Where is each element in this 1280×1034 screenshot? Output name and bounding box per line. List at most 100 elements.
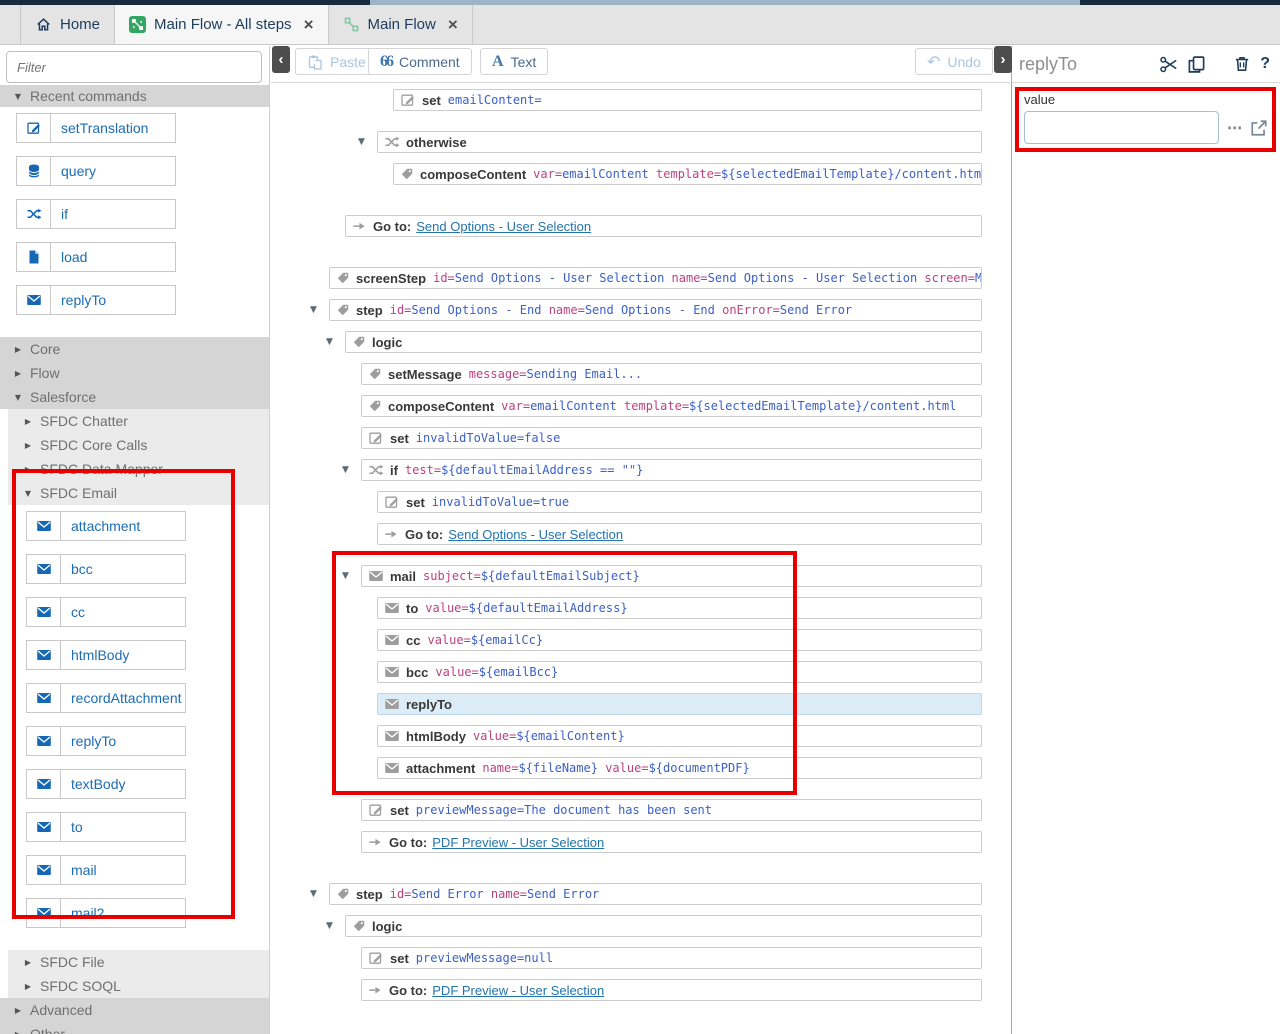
mail-icon (27, 598, 61, 626)
flow-node-step[interactable]: ▼stepid=Send Error name=Send Error (329, 883, 982, 905)
node-name: otherwise (406, 135, 467, 150)
cut-icon[interactable] (1159, 55, 1178, 74)
command-label: mail2 (61, 899, 185, 927)
collapse-panel-button[interactable]: › (994, 46, 1012, 73)
command-item-if[interactable]: if (16, 199, 176, 229)
undo-button[interactable]: ↶ Undo (915, 48, 993, 75)
sidebar-section-sfdc-file[interactable]: ▶SFDC File (8, 950, 269, 974)
node-name: composeContent (388, 399, 494, 414)
flow-node-htmlBody[interactable]: htmlBodyvalue=${emailContent} (377, 725, 982, 747)
flow-node-goto[interactable]: Go to:Send Options - User Selection (345, 215, 982, 237)
triangle-right-icon: ▶ (12, 345, 24, 354)
text-button[interactable]: A Text (480, 48, 548, 75)
collapse-toggle-icon[interactable]: ▼ (310, 889, 317, 899)
sidebar-section-core[interactable]: ▶Core (0, 337, 269, 361)
flow-node-if[interactable]: ▼iftest=${defaultEmailAddress == ""} (361, 459, 982, 481)
flow-node-step[interactable]: ▼stepid=Send Options - End name=Send Opt… (329, 299, 982, 321)
flow-node-logic[interactable]: ▼logic (345, 915, 982, 937)
sidebar-section-sfdc-core-calls[interactable]: ▶SFDC Core Calls (8, 433, 269, 457)
more-options-button[interactable]: ⋯ (1227, 119, 1242, 137)
command-item-query[interactable]: query (16, 156, 176, 186)
flow-node-attachment[interactable]: attachmentname=${fileName} value=${docum… (377, 757, 982, 779)
flow-node-goto[interactable]: Go to:PDF Preview - User Selection (361, 979, 982, 1001)
command-label: bcc (61, 555, 185, 583)
command-item-load[interactable]: load (16, 242, 176, 272)
node-attributes: previewMessage=The document has been sen… (416, 803, 712, 817)
delete-icon[interactable] (1233, 55, 1251, 73)
triangle-right-icon: ▶ (22, 982, 34, 991)
command-item-bcc[interactable]: bcc (26, 554, 186, 584)
node-attributes: id=Send Options - User Selection name=Se… (433, 271, 982, 285)
flow-node-to[interactable]: tovalue=${defaultEmailAddress} (377, 597, 982, 619)
filter-input[interactable] (6, 51, 262, 83)
flow-node-set[interactable]: setpreviewMessage=The document has been … (361, 799, 982, 821)
tab-main-flow[interactable]: Main Flow× (329, 5, 473, 44)
collapse-toggle-icon[interactable]: ▼ (342, 571, 349, 581)
flow-node-goto[interactable]: Go to:PDF Preview - User Selection (361, 831, 982, 853)
flow-node-bcc[interactable]: bccvalue=${emailBcc} (377, 661, 982, 683)
section-label: SFDC Core Calls (40, 437, 147, 453)
collapse-toggle-icon[interactable]: ▼ (342, 465, 349, 475)
tab-close-icon[interactable]: × (448, 16, 458, 33)
command-item-attachment[interactable]: attachment (26, 511, 186, 541)
copy-icon[interactable] (1187, 55, 1206, 74)
flow-node-set[interactable]: setpreviewMessage=null (361, 947, 982, 969)
tab-main-flow-all-steps[interactable]: Main Flow - All steps× (115, 5, 328, 44)
node-attributes: value=${emailBcc} (435, 665, 558, 679)
command-item-htmlbody[interactable]: htmlBody (26, 640, 186, 670)
flow-node-composeContent[interactable]: composeContentvar=emailContent template=… (361, 395, 982, 417)
tab-close-icon[interactable]: × (304, 16, 314, 33)
collapse-toggle-icon[interactable]: ▼ (310, 305, 317, 315)
value-input[interactable] (1024, 111, 1219, 144)
collapse-toggle-icon[interactable]: ▼ (358, 137, 365, 147)
sidebar-section-flow[interactable]: ▶Flow (0, 361, 269, 385)
section-label: SFDC SOQL (40, 978, 121, 994)
flow-node-otherwise[interactable]: ▼otherwise (377, 131, 982, 153)
sidebar-section-sfdc-email[interactable]: ▼SFDC Email (8, 481, 269, 505)
command-label: htmlBody (61, 641, 185, 669)
command-item-replyto[interactable]: replyTo (16, 285, 176, 315)
flow-node-goto[interactable]: Go to:Send Options - User Selection (377, 523, 982, 545)
tab-home[interactable]: Home (20, 5, 115, 44)
flow-node-replyTo[interactable]: replyTo (377, 693, 982, 715)
goto-link[interactable]: Send Options - User Selection (448, 527, 623, 542)
collapse-toggle-icon[interactable]: ▼ (326, 337, 333, 347)
flow-node-mail[interactable]: ▼mailsubject=${defaultEmailSubject} (361, 565, 982, 587)
command-item-settranslation[interactable]: setTranslation (16, 113, 176, 143)
goto-link[interactable]: PDF Preview - User Selection (432, 983, 604, 998)
sidebar-section-sfdc-chatter[interactable]: ▶SFDC Chatter (8, 409, 269, 433)
sidebar-section-other[interactable]: ▶Other (0, 1022, 269, 1034)
comment-button[interactable]: 66 Comment (368, 48, 472, 75)
edit-icon (384, 494, 400, 510)
goto-link[interactable]: PDF Preview - User Selection (432, 835, 604, 850)
collapse-toggle-icon[interactable]: ▼ (326, 921, 333, 931)
sidebar-section-advanced[interactable]: ▶Advanced (0, 998, 269, 1022)
command-item-recordattachment[interactable]: recordAttachment (26, 683, 186, 713)
command-item-mail2[interactable]: mail2 (26, 898, 186, 928)
flow-node-set[interactable]: setinvalidToValue=true (377, 491, 982, 513)
sidebar-section-recent-commands[interactable]: ▼Recent commands (0, 85, 269, 107)
command-item-mail[interactable]: mail (26, 855, 186, 885)
command-item-replyto[interactable]: replyTo (26, 726, 186, 756)
help-icon[interactable]: ? (1260, 55, 1270, 73)
sidebar-section-salesforce[interactable]: ▼Salesforce (0, 385, 269, 409)
flow-node-cc[interactable]: ccvalue=${emailCc} (377, 629, 982, 651)
node-attributes: value=${defaultEmailAddress} (425, 601, 627, 615)
flow-node-set[interactable]: setinvalidToValue=false (361, 427, 982, 449)
sidebar-section-sfdc-data-mapper[interactable]: ▶SFDC Data Mapper (8, 457, 269, 481)
paste-button[interactable]: Paste (295, 48, 378, 75)
command-label: setTranslation (51, 114, 175, 142)
flow-node-logic[interactable]: ▼logic (345, 331, 982, 353)
flow-node-composeContent[interactable]: composeContentvar=emailContent template=… (393, 163, 982, 185)
command-item-cc[interactable]: cc (26, 597, 186, 627)
goto-link[interactable]: Send Options - User Selection (416, 219, 591, 234)
command-item-to[interactable]: to (26, 812, 186, 842)
command-label: cc (61, 598, 185, 626)
collapse-sidebar-button[interactable]: ‹ (272, 46, 290, 73)
flow-node-setMessage[interactable]: setMessagemessage=Sending Email... (361, 363, 982, 385)
flow-node-screenStep[interactable]: screenStepid=Send Options - User Selecti… (329, 267, 982, 289)
command-item-textbody[interactable]: textBody (26, 769, 186, 799)
flow-node-set[interactable]: setemailContent= (393, 89, 982, 111)
sidebar-section-sfdc-soql[interactable]: ▶ SFDC SOQL (8, 974, 269, 998)
external-link-icon[interactable] (1250, 119, 1268, 137)
